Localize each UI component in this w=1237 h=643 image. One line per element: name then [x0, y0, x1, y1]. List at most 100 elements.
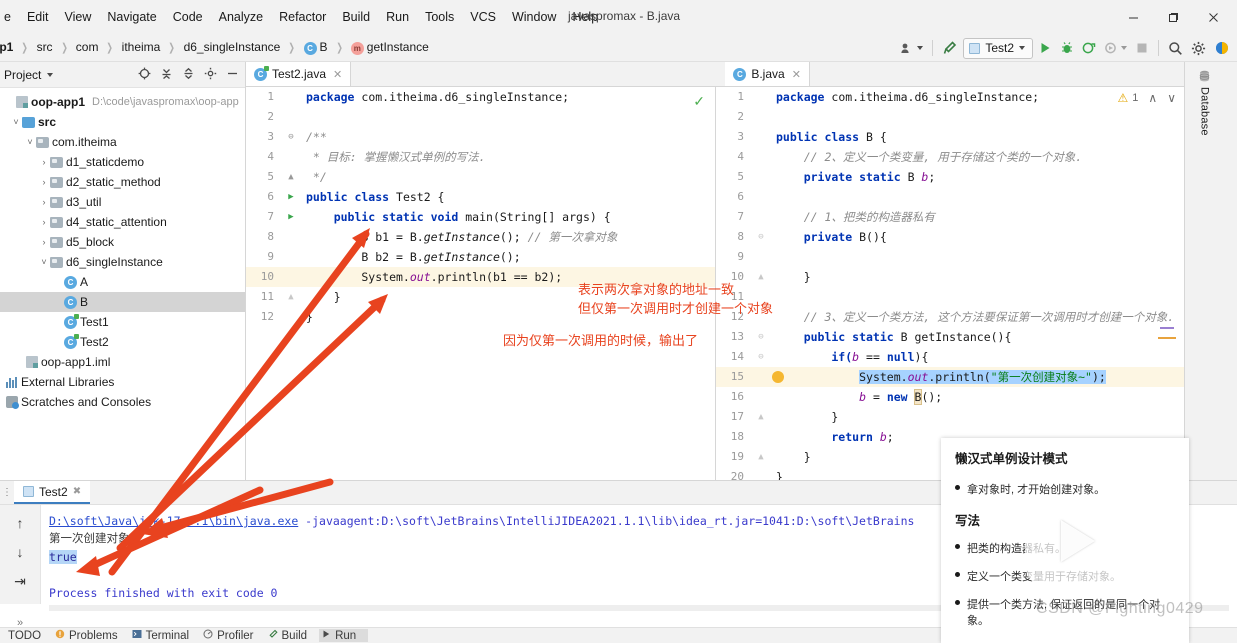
chevron-down-icon[interactable]	[47, 72, 54, 77]
status-item-todo[interactable]: TODO	[0, 630, 53, 642]
fold-marker[interactable]: ▲	[280, 287, 302, 307]
fold-marker[interactable]: ▲	[750, 267, 772, 287]
project-panel-title[interactable]: Project	[4, 68, 41, 82]
tree-arrow-expanded[interactable]: ˅	[10, 117, 22, 127]
tree-node-external-libraries[interactable]: External Libraries	[0, 372, 245, 392]
drag-handle-icon[interactable]: ⋮	[0, 481, 14, 504]
status-item-label: Terminal	[145, 629, 190, 642]
tree-node-scratches[interactable]: Scratches and Consoles	[0, 392, 245, 412]
tree-node-d3-util[interactable]: › d3_util	[0, 192, 245, 212]
close-icon[interactable]: ✕	[333, 68, 342, 81]
menu-item-refactor[interactable]: Refactor	[271, 7, 334, 27]
tree-node-class-b[interactable]: C B	[0, 292, 245, 312]
gear-icon[interactable]	[204, 67, 217, 83]
tree-arrow-expanded[interactable]: ˅	[24, 137, 36, 147]
collapse-all-icon[interactable]	[160, 67, 173, 83]
breadcrumb-item-com[interactable]: com	[74, 40, 101, 54]
hide-panel-icon[interactable]	[226, 67, 239, 83]
tree-node-d4-static-attention[interactable]: › d4_static_attention	[0, 212, 245, 232]
run-configuration-selector[interactable]: Test2	[963, 37, 1033, 59]
close-icon[interactable]	[1193, 2, 1233, 32]
console-java-path[interactable]: D:\soft\Java\jdk-17.0.1\bin\java.exe	[49, 514, 298, 528]
editor-pane-b[interactable]: ⚠ 1 ∧ ∨ 1 package com.itheima.d6_singleIn…	[716, 87, 1184, 480]
menu-item-run[interactable]: Run	[378, 7, 417, 27]
tree-node-d1-staticdemo[interactable]: › d1_staticdemo	[0, 152, 245, 172]
tree-node-class-test1[interactable]: C Test1	[0, 312, 245, 332]
menu-item-build[interactable]: Build	[334, 7, 378, 27]
expand-all-icon[interactable]	[182, 67, 195, 83]
fold-marker[interactable]: ▲	[280, 167, 302, 187]
search-icon[interactable]	[1165, 37, 1186, 59]
status-item-terminal[interactable]: Terminal	[130, 629, 201, 642]
code-b[interactable]: 1 package com.itheima.d6_singleInstance; …	[716, 87, 1184, 480]
tree-arrow-expanded[interactable]: ˅	[38, 257, 50, 267]
soft-wrap-icon[interactable]: ⇥	[14, 573, 26, 590]
run-gutter-icon[interactable]: ▶	[280, 187, 302, 207]
tree-arrow-collapsed[interactable]: ›	[38, 197, 50, 207]
menu-item-code[interactable]: Code	[165, 7, 211, 27]
fold-marker[interactable]: ⊖	[750, 347, 772, 367]
breadcrumb-item-package[interactable]: d6_singleInstance	[182, 40, 283, 54]
menu-item-file[interactable]: e	[0, 7, 19, 27]
menu-item-window[interactable]: Window	[504, 7, 564, 27]
arrow-down-icon[interactable]: ↓	[17, 544, 24, 560]
status-item-profiler[interactable]: Profiler	[201, 629, 265, 642]
tree-node-iml-file[interactable]: oop-app1.iml	[0, 352, 245, 372]
breadcrumb-item-itheima[interactable]: itheima	[120, 40, 163, 54]
tree-arrow-collapsed[interactable]: ›	[38, 217, 50, 227]
breadcrumb-item-method[interactable]: m getInstance	[349, 40, 431, 55]
tree-node-module[interactable]: oop-app1 D:\code\javaspromax\oop-app	[0, 92, 245, 112]
run-gutter-icon[interactable]: ▶	[280, 207, 302, 227]
tree-node-d2-static-method[interactable]: › d2_static_method	[0, 172, 245, 192]
run-with-coverage-button[interactable]	[1079, 37, 1099, 59]
menu-item-view[interactable]: View	[57, 7, 100, 27]
menu-item-edit[interactable]: Edit	[19, 7, 57, 27]
fold-marker[interactable]: ⊖	[750, 227, 772, 247]
status-item-build[interactable]: Build	[266, 629, 320, 642]
menu-item-navigate[interactable]: Navigate	[99, 7, 164, 27]
tree-node-src[interactable]: ˅ src	[0, 112, 245, 132]
tree-arrow-collapsed[interactable]: ›	[38, 157, 50, 167]
status-item-problems[interactable]: Problems	[53, 629, 130, 642]
intellij-logo-icon[interactable]	[1211, 37, 1233, 59]
editor-tab-b[interactable]: C B.java ✕	[725, 62, 810, 86]
target-icon[interactable]	[138, 67, 151, 83]
fold-marker[interactable]: ⊖	[750, 327, 772, 347]
tree-arrow-collapsed[interactable]: ›	[38, 237, 50, 247]
maximize-icon[interactable]	[1153, 2, 1193, 32]
menu-item-vcs[interactable]: VCS	[462, 7, 504, 27]
hammer-icon[interactable]	[939, 37, 961, 59]
play-button-icon[interactable]	[1025, 495, 1123, 587]
tool-window-database[interactable]: Database	[1198, 70, 1211, 136]
tree-node-d5-block[interactable]: › d5_block	[0, 232, 245, 252]
intention-bulb-icon[interactable]	[772, 371, 784, 383]
tree-arrow-collapsed[interactable]: ›	[38, 177, 50, 187]
menu-item-analyze[interactable]: Analyze	[211, 7, 271, 27]
error-stripe-marker[interactable]	[1158, 337, 1176, 339]
fold-marker[interactable]: ▲	[750, 447, 772, 467]
tree-node-package-itheima[interactable]: ˅ com.itheima	[0, 132, 245, 152]
minimize-icon[interactable]	[1113, 2, 1153, 32]
profile-button[interactable]	[1101, 37, 1130, 59]
gear-icon[interactable]	[1188, 37, 1209, 59]
stop-icon[interactable]: ✖	[73, 486, 81, 497]
run-button[interactable]	[1035, 37, 1055, 59]
tree-node-class-test2[interactable]: C Test2	[0, 332, 245, 352]
breadcrumb-item-src[interactable]: src	[35, 40, 55, 54]
tree-node-class-a[interactable]: C A	[0, 272, 245, 292]
fold-marker[interactable]: ⊖	[280, 127, 302, 147]
breadcrumb-item-class[interactable]: CB	[302, 40, 330, 55]
run-tab-test2[interactable]: Test2 ✖	[14, 481, 91, 504]
arrow-up-icon[interactable]: ↑	[17, 515, 24, 531]
close-icon[interactable]: ✕	[792, 68, 801, 81]
user-icon[interactable]	[897, 37, 926, 59]
editor-tab-test2[interactable]: C Test2.java ✕	[246, 62, 352, 86]
debug-button[interactable]	[1057, 37, 1077, 59]
breadcrumb-item-project[interactable]: op1	[0, 40, 15, 54]
error-stripe-marker[interactable]	[1160, 327, 1174, 329]
tree-node-d6-singleinstance[interactable]: ˅ d6_singleInstance	[0, 252, 245, 272]
status-item-run[interactable]: Run	[319, 629, 369, 642]
menu-item-tools[interactable]: Tools	[417, 7, 462, 27]
fold-marker[interactable]: ▲	[750, 407, 772, 427]
stop-button[interactable]	[1132, 37, 1152, 59]
